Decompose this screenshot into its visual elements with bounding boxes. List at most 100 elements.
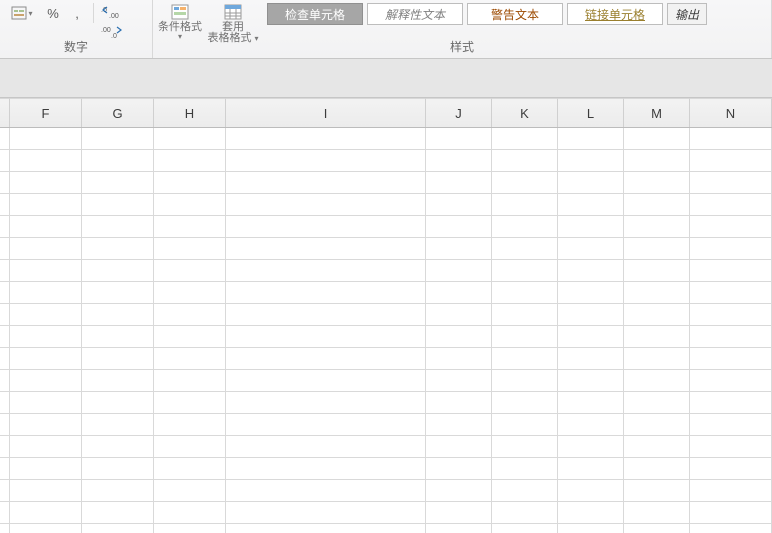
cell[interactable] [492,392,558,414]
cell[interactable] [0,458,10,480]
cell[interactable] [0,414,10,436]
cell[interactable] [624,348,690,370]
cell[interactable] [492,458,558,480]
cell[interactable] [10,524,82,533]
cell[interactable] [690,150,772,172]
cell[interactable] [0,194,10,216]
cell[interactable] [690,238,772,260]
cell[interactable] [0,128,10,150]
cell[interactable] [690,260,772,282]
cell[interactable] [426,150,492,172]
cell[interactable] [426,392,492,414]
cell[interactable] [558,282,624,304]
cell[interactable] [690,480,772,502]
cell[interactable] [624,260,690,282]
increase-decimal-button[interactable]: .0 .00 [99,2,127,22]
cell[interactable] [558,392,624,414]
cell[interactable] [10,326,82,348]
cell[interactable] [624,370,690,392]
style-warning-text[interactable]: 警告文本 [467,3,563,25]
cell[interactable] [10,304,82,326]
cell[interactable] [10,216,82,238]
cell[interactable] [624,128,690,150]
cell[interactable] [226,348,426,370]
cell[interactable] [82,524,154,533]
cell[interactable] [426,502,492,524]
cell[interactable] [624,304,690,326]
col-header-L[interactable]: L [558,98,624,127]
cell[interactable] [624,282,690,304]
cell[interactable] [82,502,154,524]
cell[interactable] [690,436,772,458]
cell[interactable] [154,458,226,480]
cell[interactable] [0,282,10,304]
cell[interactable] [154,304,226,326]
col-header-F[interactable]: F [10,98,82,127]
cell[interactable] [624,194,690,216]
cell[interactable] [226,216,426,238]
accounting-number-format-button[interactable]: ▾ [4,2,40,24]
cell[interactable] [154,128,226,150]
cell[interactable] [558,414,624,436]
style-linked-cell[interactable]: 链接单元格 [567,3,663,25]
cell[interactable] [558,260,624,282]
cell[interactable] [624,392,690,414]
cell[interactable] [10,260,82,282]
cell[interactable] [558,436,624,458]
cell[interactable] [0,260,10,282]
cell[interactable] [82,348,154,370]
percent-style-button[interactable]: % [42,2,64,24]
cell[interactable] [558,150,624,172]
cell[interactable] [624,414,690,436]
cell[interactable] [558,524,624,533]
cell[interactable] [492,238,558,260]
cell[interactable] [226,392,426,414]
cell[interactable] [10,414,82,436]
cell[interactable] [624,524,690,533]
cell[interactable] [492,414,558,436]
cell[interactable] [0,480,10,502]
cell[interactable] [10,194,82,216]
cell[interactable] [426,172,492,194]
cell[interactable] [624,150,690,172]
cell[interactable] [10,392,82,414]
cell[interactable] [0,392,10,414]
cell[interactable] [558,216,624,238]
cell[interactable] [154,326,226,348]
cell[interactable] [226,502,426,524]
cell[interactable] [492,348,558,370]
cell[interactable] [492,260,558,282]
cell[interactable] [492,304,558,326]
cell[interactable] [426,524,492,533]
cell[interactable] [558,370,624,392]
cell[interactable] [226,172,426,194]
cell[interactable] [426,348,492,370]
cell[interactable] [558,348,624,370]
cell[interactable] [690,216,772,238]
cell[interactable] [226,150,426,172]
cell[interactable] [82,370,154,392]
cell[interactable] [0,150,10,172]
cell[interactable] [82,172,154,194]
cell[interactable] [426,260,492,282]
cell[interactable] [426,304,492,326]
cell[interactable] [690,414,772,436]
cell[interactable] [82,194,154,216]
cell[interactable] [558,458,624,480]
cell[interactable] [624,216,690,238]
cell[interactable] [0,370,10,392]
cell[interactable] [226,436,426,458]
col-header-M[interactable]: M [624,98,690,127]
cell[interactable] [10,480,82,502]
cell[interactable] [226,260,426,282]
cell[interactable] [624,436,690,458]
cell[interactable] [226,480,426,502]
cell[interactable] [690,128,772,150]
cell[interactable] [426,458,492,480]
cell[interactable] [690,370,772,392]
cell[interactable] [82,480,154,502]
cell[interactable] [0,502,10,524]
cell[interactable] [492,282,558,304]
cell[interactable] [82,436,154,458]
cell[interactable] [426,480,492,502]
